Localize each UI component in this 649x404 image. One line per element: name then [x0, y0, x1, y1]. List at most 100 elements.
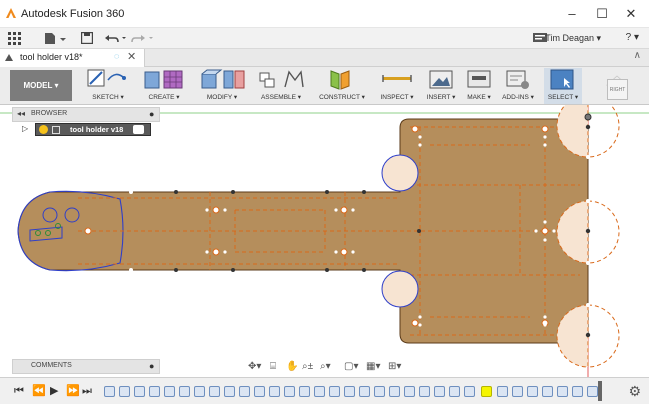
- timeline-feature[interactable]: [269, 386, 280, 397]
- timeline-feature[interactable]: [542, 386, 553, 397]
- timeline-feature[interactable]: [209, 386, 220, 397]
- make-menu[interactable]: MAKE ▾: [462, 68, 496, 104]
- timeline-feature[interactable]: [164, 386, 175, 397]
- timeline-feature[interactable]: [419, 386, 430, 397]
- timeline-feature[interactable]: [284, 386, 295, 397]
- fusion-logo-icon: [6, 8, 16, 18]
- component-icon: [52, 126, 60, 134]
- timeline-feature[interactable]: [239, 386, 250, 397]
- select-label: SELECT ▾: [547, 94, 579, 101]
- timeline-feature[interactable]: [389, 386, 400, 397]
- collapse-ribbon-icon[interactable]: ∧: [634, 50, 641, 61]
- timeline-feature[interactable]: [374, 386, 385, 397]
- display-settings-icon[interactable]: ▢▾: [344, 360, 358, 374]
- origin-point[interactable]: [584, 113, 592, 121]
- viewcube[interactable]: RIGHT: [601, 73, 634, 106]
- select-menu[interactable]: SELECT ▾: [544, 68, 582, 104]
- insert-menu[interactable]: INSERT ▾: [421, 68, 461, 104]
- timeline-feature[interactable]: [254, 386, 265, 397]
- activate-radio-icon[interactable]: [133, 125, 144, 134]
- viewcube-face[interactable]: RIGHT: [607, 79, 628, 100]
- close-button[interactable]: ✕: [617, 4, 645, 24]
- timeline-feature-selected[interactable]: [481, 386, 492, 397]
- timeline-feature[interactable]: [179, 386, 190, 397]
- browser-pin-icon[interactable]: ●: [149, 109, 154, 119]
- root-component-chip[interactable]: tool holder v18: [35, 123, 151, 136]
- data-panel-icon[interactable]: [8, 32, 22, 45]
- assemble-icon: [259, 70, 304, 88]
- timeline-feature[interactable]: [119, 386, 130, 397]
- timeline-feature[interactable]: [314, 386, 325, 397]
- close-tab-button[interactable]: ✕: [127, 50, 136, 63]
- inspect-icon: [382, 75, 412, 82]
- timeline-settings-gear-icon[interactable]: ⚙: [628, 383, 641, 400]
- timeline-feature[interactable]: [527, 386, 538, 397]
- timeline-feature[interactable]: [497, 386, 508, 397]
- sketch-menu[interactable]: SKETCH ▾: [84, 68, 132, 104]
- graphics-canvas[interactable]: [0, 105, 649, 377]
- timeline-feature[interactable]: [449, 386, 460, 397]
- undo-icon[interactable]: [104, 32, 128, 44]
- timeline-play-icon[interactable]: ▶: [50, 385, 58, 398]
- timeline-feature[interactable]: [329, 386, 340, 397]
- expand-arrow-icon[interactable]: ▷: [22, 124, 28, 133]
- assemble-label: ASSEMBLE ▾: [260, 94, 302, 101]
- workspace-switcher[interactable]: MODEL ▾: [10, 70, 72, 101]
- timeline-feature[interactable]: [572, 386, 583, 397]
- insert-icon: [429, 70, 453, 89]
- modify-icon: [201, 69, 245, 89]
- maximize-button[interactable]: ☐: [588, 4, 616, 24]
- timeline-feature[interactable]: [434, 386, 445, 397]
- timeline-feature[interactable]: [194, 386, 205, 397]
- minimize-button[interactable]: –: [558, 4, 586, 24]
- comments-panel-header[interactable]: COMMENTS ●: [12, 359, 160, 374]
- document-tab[interactable]: tool holder v18* ◌ ✕: [0, 49, 145, 67]
- timeline-end-icon[interactable]: ⏭: [82, 385, 92, 398]
- browser-collapse-icon[interactable]: ◂◂: [17, 109, 25, 118]
- inspect-menu[interactable]: INSPECT ▾: [375, 68, 419, 104]
- assemble-menu[interactable]: ASSEMBLE ▾: [255, 68, 307, 104]
- user-menu[interactable]: Tim Deagan ▾: [545, 32, 601, 45]
- timeline-feature[interactable]: [359, 386, 370, 397]
- visibility-bulb-icon[interactable]: [39, 125, 48, 134]
- timeline-feature[interactable]: [464, 386, 475, 397]
- viewports-icon[interactable]: ⊞▾: [388, 360, 401, 374]
- modify-menu[interactable]: MODIFY ▾: [196, 68, 248, 104]
- orbit-icon[interactable]: ✥▾: [248, 360, 261, 374]
- timeline-feature[interactable]: [557, 386, 568, 397]
- timeline-feature[interactable]: [104, 386, 115, 397]
- timeline-feature[interactable]: [404, 386, 415, 397]
- help-menu[interactable]: ? ▾: [626, 31, 639, 44]
- look-at-icon[interactable]: ⌸: [270, 360, 276, 374]
- add-ins-label: ADD-INS ▾: [502, 94, 534, 101]
- add-ins-menu[interactable]: ADD-INS ▾: [500, 68, 536, 104]
- fit-icon[interactable]: ⌕▾: [320, 360, 331, 374]
- timeline-marker[interactable]: [598, 381, 602, 401]
- pan-icon[interactable]: ✋: [286, 360, 298, 374]
- create-menu[interactable]: CREATE ▾: [140, 68, 188, 104]
- timeline-next-icon[interactable]: ⏩: [66, 385, 80, 398]
- timeline-previous-icon[interactable]: ⏪: [32, 385, 46, 398]
- redo-icon[interactable]: [131, 32, 155, 44]
- make-label: MAKE ▾: [467, 94, 491, 101]
- comments-title: COMMENTS: [31, 362, 72, 369]
- timeline-feature[interactable]: [299, 386, 310, 397]
- browser-root-node[interactable]: ▷ tool holder v18: [22, 123, 151, 137]
- grid-settings-icon[interactable]: ▦▾: [366, 360, 380, 374]
- timeline-feature[interactable]: [587, 386, 598, 397]
- timeline-feature[interactable]: [134, 386, 145, 397]
- timeline-feature[interactable]: [344, 386, 355, 397]
- comments-pin-icon[interactable]: ●: [149, 361, 154, 371]
- timeline-feature[interactable]: [149, 386, 160, 397]
- timeline-feature[interactable]: [224, 386, 235, 397]
- file-icon[interactable]: [44, 32, 66, 45]
- browser-panel-header[interactable]: ◂◂ BROWSER ●: [12, 107, 160, 122]
- save-icon[interactable]: [81, 32, 93, 44]
- design-viewport[interactable]: [0, 105, 649, 377]
- timeline-start-icon[interactable]: ⏮: [14, 385, 24, 398]
- construct-menu[interactable]: CONSTRUCT ▾: [315, 68, 369, 104]
- construct-label: CONSTRUCT ▾: [319, 94, 365, 101]
- zoom-icon[interactable]: ⌕±: [302, 360, 313, 374]
- timeline-feature[interactable]: [512, 386, 523, 397]
- browser-title: BROWSER: [31, 110, 68, 117]
